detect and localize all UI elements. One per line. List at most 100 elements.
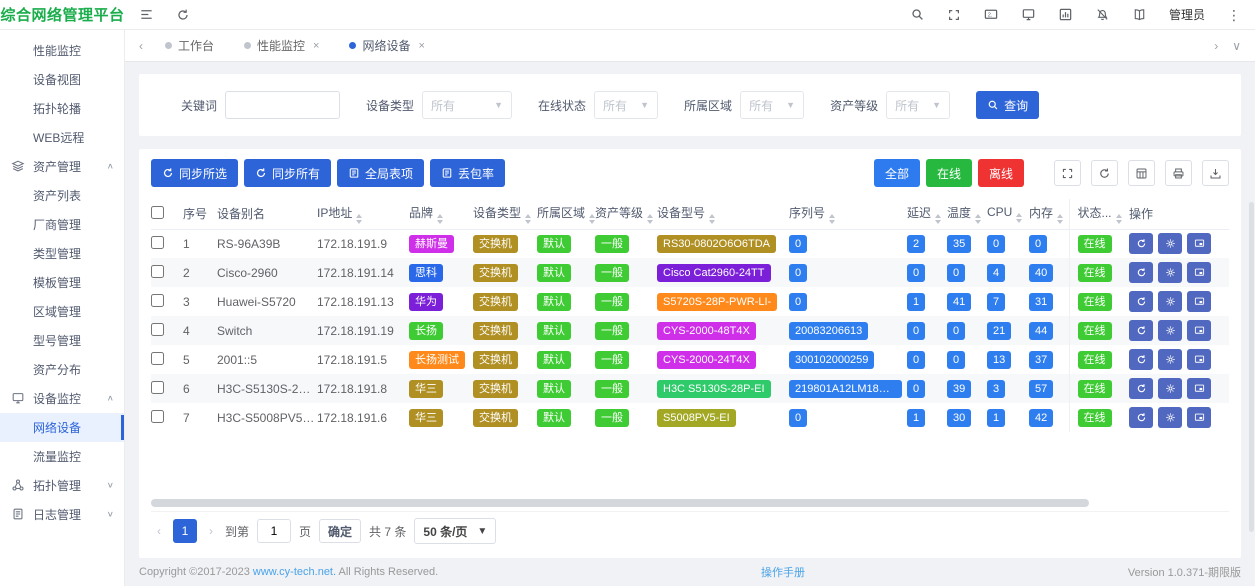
screen-wall-icon[interactable]: 2. bbox=[983, 7, 999, 22]
col-ip[interactable]: IP地址 bbox=[317, 199, 409, 229]
row-sync-button[interactable] bbox=[1129, 320, 1153, 341]
col-device-type[interactable]: 设备类型 bbox=[473, 199, 537, 229]
col-delay[interactable]: 延迟 bbox=[907, 199, 947, 229]
row-panel-button[interactable] bbox=[1187, 233, 1211, 254]
page-size-select[interactable]: 50 条/页 ▼ bbox=[414, 518, 496, 544]
row-panel-button[interactable] bbox=[1187, 320, 1211, 341]
page-number-button[interactable]: 1 bbox=[173, 519, 197, 543]
keyword-input[interactable] bbox=[225, 91, 340, 119]
row-checkbox[interactable] bbox=[151, 410, 164, 423]
tab-performance[interactable]: 性能监控 × bbox=[230, 30, 333, 61]
col-cpu[interactable]: CPU bbox=[987, 199, 1029, 229]
row-checkbox[interactable] bbox=[151, 352, 164, 365]
sort-icon[interactable] bbox=[829, 214, 835, 224]
device-type-select[interactable]: 所有▼ bbox=[422, 91, 512, 119]
sort-icon[interactable] bbox=[1116, 214, 1122, 224]
sidebar-item-asset-distribution[interactable]: 资产分布 bbox=[0, 355, 124, 384]
row-sync-button[interactable] bbox=[1129, 262, 1153, 283]
sync-selected-button[interactable]: 同步所选 bbox=[151, 159, 238, 187]
row-panel-button[interactable] bbox=[1187, 291, 1211, 312]
monitor-icon[interactable] bbox=[1021, 7, 1036, 22]
sidebar-group-device-monitor[interactable]: 设备监控 ∧ bbox=[0, 384, 124, 413]
tabs-scroll-left-icon[interactable]: ‹ bbox=[133, 39, 149, 53]
row-settings-button[interactable] bbox=[1158, 262, 1182, 283]
sort-icon[interactable] bbox=[437, 214, 443, 224]
row-panel-button[interactable] bbox=[1187, 378, 1211, 399]
row-settings-button[interactable] bbox=[1158, 291, 1182, 312]
column-settings-button[interactable] bbox=[1128, 160, 1155, 186]
col-region[interactable]: 所属区域 bbox=[537, 199, 595, 229]
col-model[interactable]: 设备型号 bbox=[657, 199, 789, 229]
select-all-checkbox[interactable] bbox=[151, 206, 164, 219]
col-serial[interactable]: 序列号 bbox=[789, 199, 907, 229]
vertical-scrollbar[interactable] bbox=[1249, 202, 1254, 532]
search-icon[interactable] bbox=[910, 7, 925, 22]
col-brand[interactable]: 品牌 bbox=[409, 199, 473, 229]
filter-online-button[interactable]: 在线 bbox=[926, 159, 972, 187]
sidebar-item-type-mgmt[interactable]: 类型管理 bbox=[0, 239, 124, 268]
sidebar-item-network-devices[interactable]: 网络设备 bbox=[0, 413, 124, 442]
row-checkbox[interactable] bbox=[151, 265, 164, 278]
filter-offline-button[interactable]: 离线 bbox=[978, 159, 1024, 187]
sort-icon[interactable] bbox=[525, 214, 531, 224]
row-settings-button[interactable] bbox=[1158, 407, 1182, 428]
sort-icon[interactable] bbox=[975, 214, 981, 224]
sidebar-item-vendor-mgmt[interactable]: 厂商管理 bbox=[0, 210, 124, 239]
chart-icon[interactable] bbox=[1058, 7, 1073, 22]
manual-link[interactable]: 操作手册 bbox=[761, 564, 805, 580]
sidebar-item-template-mgmt[interactable]: 模板管理 bbox=[0, 268, 124, 297]
row-settings-button[interactable] bbox=[1158, 349, 1182, 370]
row-sync-button[interactable] bbox=[1129, 233, 1153, 254]
row-checkbox[interactable] bbox=[151, 323, 164, 336]
refresh-icon[interactable] bbox=[176, 8, 190, 22]
row-panel-button[interactable] bbox=[1187, 407, 1211, 428]
sort-icon[interactable] bbox=[935, 214, 941, 224]
tab-network-devices[interactable]: 网络设备 × bbox=[335, 30, 438, 61]
sort-icon[interactable] bbox=[356, 214, 362, 224]
asset-level-select[interactable]: 所有▼ bbox=[886, 91, 950, 119]
online-status-select[interactable]: 所有▼ bbox=[594, 91, 658, 119]
sidebar-item-region-mgmt[interactable]: 区域管理 bbox=[0, 297, 124, 326]
goto-confirm-button[interactable]: 确定 bbox=[319, 519, 361, 543]
horizontal-scrollbar[interactable] bbox=[151, 499, 1089, 507]
col-temp[interactable]: 温度 bbox=[947, 199, 987, 229]
sort-icon[interactable] bbox=[1016, 213, 1022, 223]
sidebar-item-topology-carousel[interactable]: 拓扑轮播 bbox=[0, 94, 124, 123]
close-icon[interactable]: × bbox=[313, 40, 319, 52]
global-table-items-button[interactable]: 全局表项 bbox=[337, 159, 424, 187]
sidebar-item-device-view[interactable]: 设备视图 bbox=[0, 65, 124, 94]
close-icon[interactable]: × bbox=[418, 40, 424, 52]
row-sync-button[interactable] bbox=[1129, 407, 1153, 428]
prev-page-icon[interactable]: ‹ bbox=[153, 524, 165, 538]
sidebar-item-performance[interactable]: 性能监控 bbox=[0, 36, 124, 65]
sidebar-item-asset-list[interactable]: 资产列表 bbox=[0, 181, 124, 210]
tabs-scroll-right-icon[interactable]: › bbox=[1208, 39, 1224, 53]
sort-icon[interactable] bbox=[709, 214, 715, 224]
col-mem[interactable]: 内存 bbox=[1029, 199, 1069, 229]
region-select[interactable]: 所有▼ bbox=[740, 91, 804, 119]
filter-all-button[interactable]: 全部 bbox=[874, 159, 920, 187]
collapse-menu-icon[interactable] bbox=[139, 7, 154, 22]
sync-all-button[interactable]: 同步所有 bbox=[244, 159, 331, 187]
goto-page-input[interactable] bbox=[257, 519, 291, 543]
more-icon[interactable]: ⋮ bbox=[1227, 8, 1241, 22]
row-checkbox[interactable] bbox=[151, 381, 164, 394]
search-button[interactable]: 查询 bbox=[976, 91, 1039, 119]
row-checkbox[interactable] bbox=[151, 236, 164, 249]
row-checkbox[interactable] bbox=[151, 294, 164, 307]
sidebar-group-assets[interactable]: 资产管理 ∧ bbox=[0, 152, 124, 181]
col-status[interactable]: 状态... bbox=[1069, 199, 1129, 229]
user-name[interactable]: 管理员 bbox=[1169, 6, 1205, 23]
notification-muted-icon[interactable] bbox=[1095, 7, 1110, 22]
tabs-menu-icon[interactable]: ∨ bbox=[1226, 39, 1247, 53]
row-sync-button[interactable] bbox=[1129, 291, 1153, 312]
col-asset-level[interactable]: 资产等级 bbox=[595, 199, 657, 229]
print-button[interactable] bbox=[1165, 160, 1192, 186]
sidebar-group-log-mgmt[interactable]: 日志管理 ∨ bbox=[0, 500, 124, 529]
row-settings-button[interactable] bbox=[1158, 233, 1182, 254]
sidebar-item-model-mgmt[interactable]: 型号管理 bbox=[0, 326, 124, 355]
refresh-table-button[interactable] bbox=[1091, 160, 1118, 186]
row-settings-button[interactable] bbox=[1158, 378, 1182, 399]
sidebar-item-web-remote[interactable]: WEB远程 bbox=[0, 123, 124, 152]
sort-icon[interactable] bbox=[647, 214, 653, 224]
